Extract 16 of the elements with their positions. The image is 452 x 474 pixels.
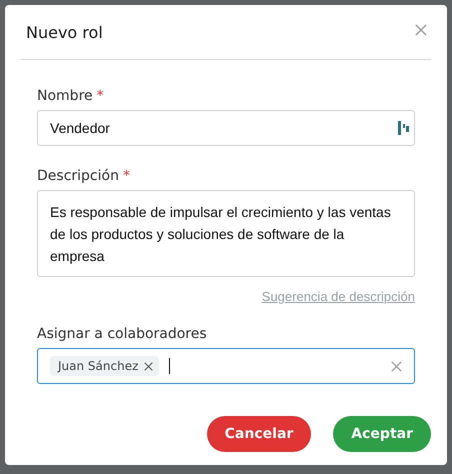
- close-icon: [415, 24, 427, 36]
- text-cursor: [169, 358, 170, 374]
- description-field[interactable]: Es responsable de impulsar el crecimiento y las ventas de los productos y soluciones de software de la empresa: [37, 190, 415, 277]
- tag-label: Juan Sánchez: [58, 359, 138, 373]
- dialog-title: Nuevo rol: [26, 22, 103, 42]
- required-mark: *: [122, 168, 130, 184]
- collaborators-field[interactable]: Juan Sánchez: [37, 348, 415, 384]
- field-label: Nombre: [37, 88, 93, 104]
- bars-icon: [398, 121, 409, 135]
- required-mark: *: [96, 88, 104, 104]
- clear-icon[interactable]: [391, 360, 402, 372]
- cancel-button[interactable]: Cancelar: [206, 416, 312, 452]
- field-label: Asignar a colaboradores: [37, 326, 207, 342]
- remove-icon[interactable]: [144, 362, 154, 370]
- name-field[interactable]: Vendedor: [37, 110, 415, 146]
- field-label: Descripción: [37, 168, 119, 184]
